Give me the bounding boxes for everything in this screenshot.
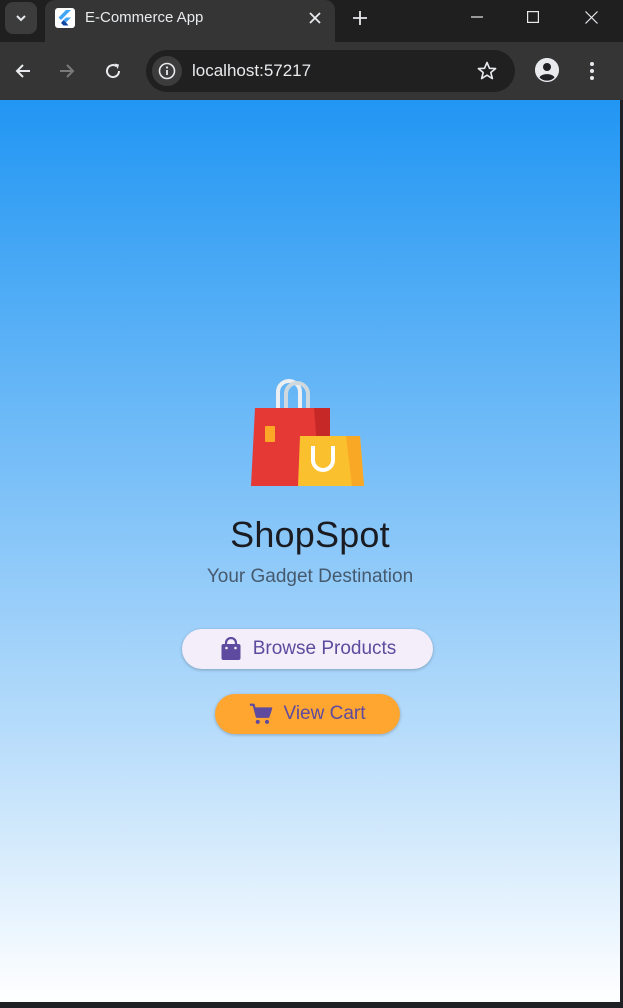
forward-button[interactable]: [51, 55, 83, 87]
close-icon: [309, 12, 321, 24]
view-cart-label: View Cart: [283, 703, 366, 724]
tab-search-button[interactable]: [5, 2, 37, 34]
maximize-button[interactable]: [505, 0, 561, 34]
arrow-right-icon: [60, 64, 75, 78]
minimize-button[interactable]: [449, 0, 505, 34]
more-vert-icon: [590, 62, 594, 80]
star-icon: [477, 61, 497, 80]
address-bar[interactable]: localhost:57217: [146, 50, 515, 92]
browse-products-label: Browse Products: [252, 638, 397, 659]
url-text: localhost:57217: [192, 61, 312, 80]
new-tab-button[interactable]: [346, 4, 374, 32]
window-close-button[interactable]: [563, 0, 619, 34]
active-tab[interactable]: E-Commerce App: [45, 0, 335, 42]
back-button[interactable]: [7, 55, 39, 87]
site-info-button[interactable]: [152, 56, 182, 86]
arrow-left-icon: [15, 64, 30, 78]
browse-products-button[interactable]: Browse Products: [182, 629, 433, 669]
maximize-icon: [527, 11, 539, 23]
tab-title: E-Commerce App: [85, 9, 204, 26]
close-icon: [584, 10, 598, 24]
shopping-bag-icon: [219, 637, 243, 661]
bookmark-button[interactable]: [475, 59, 499, 83]
shopping-bags-icon: [248, 378, 368, 488]
reload-icon: [106, 63, 121, 79]
plus-icon: [353, 11, 367, 25]
browser-menu-button[interactable]: [580, 55, 604, 87]
browser-toolbar: localhost:57217: [0, 42, 623, 100]
info-icon: [158, 62, 176, 80]
app-subtitle: Your Gadget Destination: [206, 566, 414, 587]
window-border-bottom: [0, 1002, 623, 1008]
person-icon: [535, 58, 559, 82]
minimize-icon: [471, 16, 483, 18]
tab-close-button[interactable]: [305, 8, 325, 28]
chevron-down-icon: [16, 15, 26, 22]
flutter-icon: [55, 8, 75, 28]
tab-strip: E-Commerce App: [0, 0, 623, 42]
app-title: ShopSpot: [230, 514, 390, 555]
shopping-cart-icon: [249, 702, 273, 726]
profile-button[interactable]: [535, 58, 559, 82]
view-cart-button[interactable]: View Cart: [215, 694, 400, 734]
reload-button[interactable]: [97, 55, 129, 87]
app-viewport: ShopSpot Your Gadget Destination Browse …: [0, 100, 620, 1002]
